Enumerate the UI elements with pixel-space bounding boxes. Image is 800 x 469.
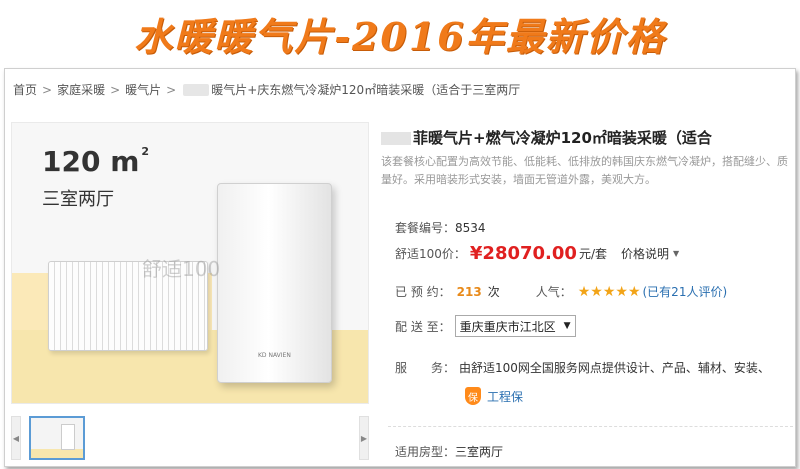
reservation-row: 已 预 约： 213 次 人气： ★★★★★ (已有21人评价) xyxy=(395,283,727,300)
product-title: 菲暖气片+燃气冷凝炉120㎡暗装采暖（适合 xyxy=(381,127,712,148)
service-label: 服 务： xyxy=(395,361,456,375)
reserved-label: 已 预 约： xyxy=(395,285,451,299)
price-note-link[interactable]: 价格说明 xyxy=(621,245,669,262)
delivery-select[interactable]: 重庆重庆市江北区 ▼ xyxy=(454,315,576,337)
reserved-unit: 次 xyxy=(487,285,500,299)
area-label: 120 m2 xyxy=(42,145,150,178)
product-main-image[interactable]: 120 m2 三室两厅 KD NAVIEN 舒适100 xyxy=(11,122,369,404)
boiler-brand-label: KD NAVIEN xyxy=(258,352,291,359)
service-row: 服 务： 由舒适100网全国服务网点提供设计、产品、辅材、安装、 xyxy=(395,359,770,376)
chevron-right-icon: > xyxy=(166,82,177,97)
breadcrumb-home-heating[interactable]: 家庭采暖 xyxy=(57,81,105,98)
chevron-right-icon: > xyxy=(42,82,53,97)
breadcrumb-radiator[interactable]: 暖气片 xyxy=(125,81,161,98)
next-arrow-icon[interactable]: ▶ xyxy=(359,416,369,460)
boiler-image: KD NAVIEN xyxy=(217,183,332,383)
reviews-link[interactable]: (已有21人评价) xyxy=(643,283,728,300)
reserved-count: 213 xyxy=(456,284,482,299)
sku-label: 套餐编号： xyxy=(395,221,456,235)
watermark: 舒适100 xyxy=(142,257,221,281)
blurred-text xyxy=(183,83,210,96)
breadcrumb-home[interactable]: 首页 xyxy=(13,81,37,98)
product-description: 该套餐核心配置为高效节能、低能耗、低排放的韩国庆东燃气冷凝炉，搭配缝少、质量好。… xyxy=(381,155,788,186)
prev-arrow-icon[interactable]: ◀ xyxy=(11,416,21,460)
divider xyxy=(388,426,793,427)
guarantee-row: 保 工程保 xyxy=(465,387,523,405)
room-type-value: 三室两厅 xyxy=(455,445,504,459)
product-page-screenshot: 首页 > 家庭采暖 > 暖气片 > 暖气片+庆东燃气冷凝炉120㎡暗装采暖（适合… xyxy=(4,68,796,467)
room-type-label: 三室两厅 xyxy=(42,189,114,210)
shield-guarantee-icon: 保 xyxy=(465,387,481,405)
price-value: ¥28070.00 xyxy=(469,243,577,264)
caret-down-icon[interactable]: ▼ xyxy=(673,249,679,258)
price-label: 舒适100价： xyxy=(395,247,466,261)
sku-row: 套餐编号： 8534 xyxy=(395,219,486,236)
room-type-row: 适用房型： 三室两厅 xyxy=(395,443,503,460)
delivery-row: 配 送 至： 重庆重庆市江北区 ▼ xyxy=(395,315,576,337)
price-row: 舒适100价： ¥28070.00 元/套 价格说明 ▼ xyxy=(395,243,679,264)
delivery-label: 配 送 至： xyxy=(395,319,451,334)
page-banner-title: 水暖暖气片-2016年最新价格 xyxy=(134,13,666,59)
thumbnail-strip: ◀ ▶ xyxy=(11,412,369,464)
breadcrumb-current: 暖气片+庆东燃气冷凝炉120㎡暗装采暖（适合于三室两厅 xyxy=(211,83,521,97)
popularity-label: 人气： xyxy=(535,285,572,299)
price-unit: 元/套 xyxy=(578,247,607,261)
blurred-text xyxy=(381,132,411,145)
thumbnail-1[interactable] xyxy=(29,416,85,460)
breadcrumb: 首页 > 家庭采暖 > 暖气片 > 暖气片+庆东燃气冷凝炉120㎡暗装采暖（适合… xyxy=(13,81,520,98)
chevron-right-icon: > xyxy=(110,82,121,97)
star-rating-icon: ★★★★★ xyxy=(577,283,641,300)
sku-value: 8534 xyxy=(455,220,486,235)
service-text: 由舒适100网全国服务网点提供设计、产品、辅材、安装、 xyxy=(459,361,770,375)
guarantee-link[interactable]: 工程保 xyxy=(487,388,523,405)
chevron-down-icon: ▼ xyxy=(563,321,571,331)
room-type-label: 适用房型： xyxy=(395,445,456,459)
